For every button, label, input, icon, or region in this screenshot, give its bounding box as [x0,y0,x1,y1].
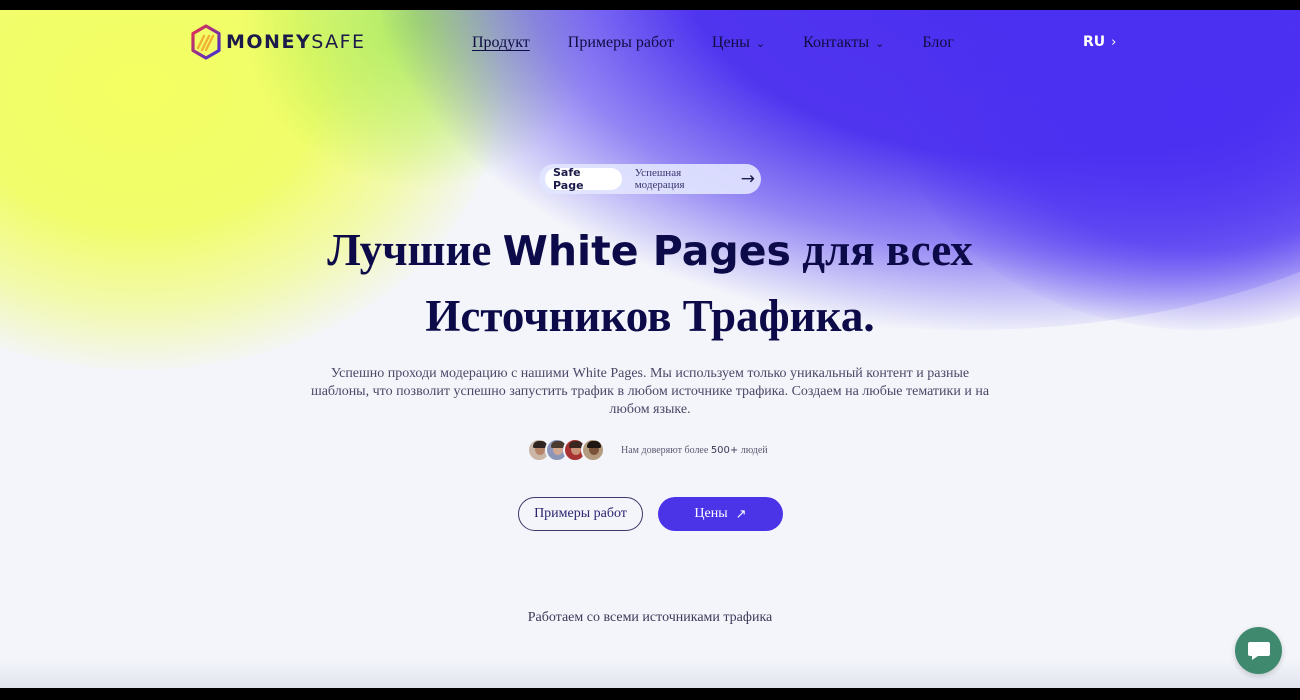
hero-headline: Лучшие White Pages для всех Источников Т… [327,225,973,341]
nav-item-prices[interactable]: Цены ⌄ [712,34,765,52]
safe-page-badge[interactable]: Safe Page Успешная модерация → [539,164,761,194]
nav-item-examples[interactable]: Примеры работ [568,34,674,52]
brand-logo[interactable]: MONEYSAFE [190,24,366,60]
language-switcher[interactable]: RU › [1083,34,1116,50]
badge-tag: Safe Page [545,166,622,192]
avatar [581,438,605,462]
shield-logo-icon [191,24,221,60]
main-nav: Продукт Примеры работ Цены ⌄ Контакты ⌄ Бл… [472,34,992,52]
avatar-group [527,438,605,462]
brand-name: MONEYSAFE [226,31,366,53]
nav-item-product[interactable]: Продукт [472,34,530,52]
nav-item-contacts[interactable]: Контакты ⌄ [803,34,884,52]
traffic-sources-caption: Работаем со всеми источниками трафика [527,610,773,625]
chat-bubble-icon [1247,641,1270,660]
trust-indicator: Нам доверяют более 500+ людей [527,438,768,462]
chat-button[interactable] [1235,627,1282,674]
arrow-up-right-icon: ↗ [735,506,747,522]
chevron-down-icon: ⌄ [875,36,885,50]
examples-button[interactable]: Примеры работ [518,497,643,531]
nav-item-blog[interactable]: Блог [922,34,954,52]
bottom-fade [0,660,1300,688]
hero-description: Успешно проходи модерацию с нашими White… [310,366,990,417]
chevron-down-icon: ⌄ [755,36,766,50]
trust-text: Нам доверяют более 500+ людей [621,444,768,456]
page: MONEYSAFE Продукт Примеры работ Цены ⌄ Ко… [0,10,1300,688]
chevron-right-icon: › [1111,34,1117,50]
site-header: MONEYSAFE Продукт Примеры работ Цены ⌄ Ко… [0,10,1300,76]
arrow-right-icon: → [740,169,755,189]
prices-button[interactable]: Цены ↗ [658,497,783,531]
badge-text: Успешная модерация [634,167,685,191]
